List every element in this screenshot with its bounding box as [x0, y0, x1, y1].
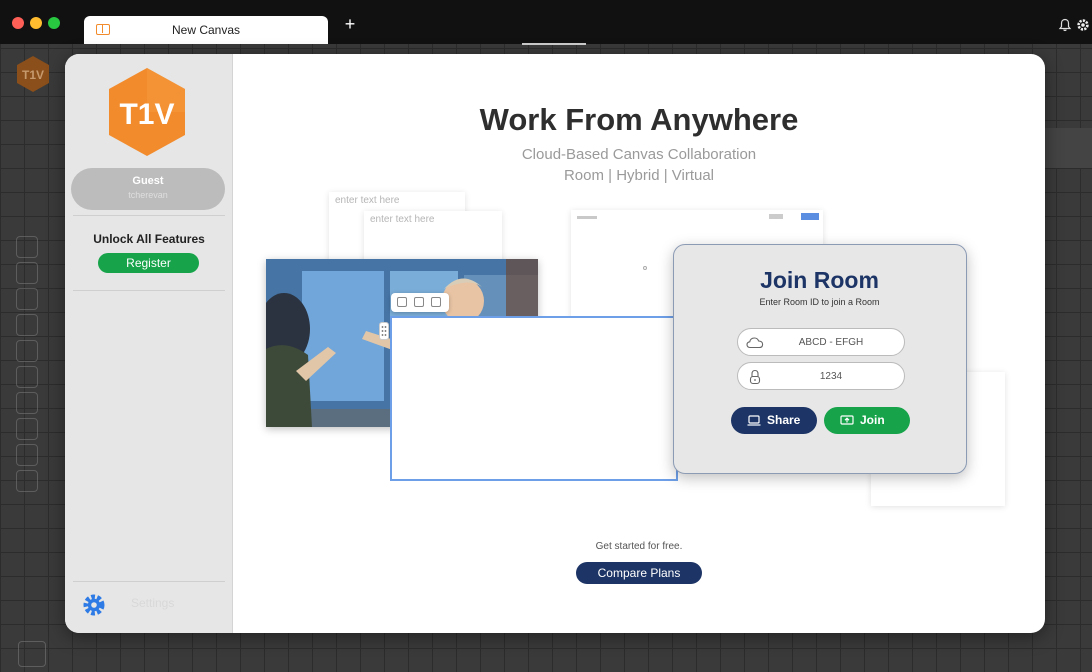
note-placeholder: enter text here [335, 195, 400, 206]
new-tab-button[interactable]: + [341, 14, 359, 35]
camera-icon[interactable] [397, 297, 407, 307]
text-tool-icon [16, 262, 38, 284]
welcome-modal: T1V Guest tcherevan Unlock All Features … [65, 54, 1045, 633]
guest-profile[interactable]: Guest tcherevan [71, 168, 225, 210]
video-tool-icon [16, 444, 38, 466]
join-room-card: Join Room Enter Room ID to join a Room A… [673, 244, 967, 474]
bell-icon[interactable] [1058, 18, 1072, 32]
settings-gear-icon[interactable] [82, 593, 106, 617]
image-toolbar[interactable] [391, 293, 449, 312]
share-button[interactable]: Share [731, 407, 817, 434]
copy-icon[interactable] [431, 297, 441, 307]
close-window-button[interactable] [12, 17, 24, 29]
tab-new-canvas[interactable]: New Canvas [84, 16, 328, 44]
browser-tool-icon [16, 314, 38, 336]
room-id-placeholder: ABCD - EFGH [798, 337, 864, 348]
crop-icon[interactable] [414, 297, 424, 307]
placeholder-dot [643, 266, 647, 270]
modal-main: Work From Anywhere Cloud-Based Canvas Co… [233, 54, 1045, 633]
placeholder-bar [577, 216, 597, 219]
notes-tool-icon [16, 236, 38, 258]
drag-handle-icon[interactable] [379, 322, 389, 340]
join-button[interactable]: Join [824, 407, 910, 434]
tab-indicator [522, 43, 586, 45]
placeholder-bar [769, 214, 783, 219]
get-started-text: Get started for free. [595, 541, 683, 552]
app-screen: New Canvas + T1V T1V Guest tcherevan Unl… [0, 0, 1092, 672]
minimize-window-button[interactable] [30, 17, 42, 29]
note-placeholder: enter text here [370, 214, 435, 225]
upload-tool-icon [16, 366, 38, 388]
settings-label[interactable]: Settings [131, 596, 174, 610]
background-bottom-button [18, 641, 46, 667]
join-label: Join [860, 413, 885, 427]
join-screen-icon [840, 415, 854, 425]
laptop-icon [747, 415, 761, 426]
join-room-title: Join Room [760, 267, 879, 293]
selected-canvas-frame[interactable] [390, 316, 678, 481]
logo-text: T1V [119, 98, 174, 131]
screen-tool-icon [16, 470, 38, 492]
background-toolbar [14, 236, 40, 496]
register-button[interactable]: Register [98, 253, 199, 273]
zoom-window-button[interactable] [48, 17, 60, 29]
passcode-placeholder: 1234 [819, 371, 843, 382]
join-room-subtitle: Enter Room ID to join a Room [759, 297, 880, 307]
subtitle-line-1: Cloud-Based Canvas Collaboration [521, 146, 757, 163]
sidebar-divider [73, 581, 225, 582]
subtitle-line-2: Room | Hybrid | Virtual [563, 167, 715, 184]
page-title: Work From Anywhere [479, 102, 799, 137]
passcode-input[interactable]: 1234 [737, 362, 905, 390]
compare-plans-button[interactable]: Compare Plans [576, 562, 702, 584]
pages-tool-icon [16, 340, 38, 362]
unlock-features-label: Unlock All Features [93, 232, 205, 246]
room-id-input[interactable]: ABCD - EFGH [737, 328, 905, 356]
sidebar-divider [73, 215, 225, 216]
background-logo-icon: T1V [17, 56, 49, 92]
background-right-panel [1044, 128, 1092, 168]
pen-tool-icon [16, 288, 38, 310]
guest-username: tcherevan [128, 190, 168, 200]
placeholder-button [801, 213, 819, 220]
tab-title: New Canvas [171, 23, 241, 37]
svg-text:T1V: T1V [22, 68, 44, 82]
title-bar: New Canvas + [0, 0, 1092, 45]
modal-sidebar: T1V Guest tcherevan Unlock All Features … [65, 54, 233, 633]
t1v-logo: T1V [109, 68, 185, 156]
guest-name: Guest [132, 175, 164, 187]
share-label: Share [767, 413, 801, 427]
sidebar-divider [73, 290, 225, 291]
drive-tool-icon [16, 392, 38, 414]
cloud-tool-icon [16, 418, 38, 440]
gear-icon[interactable] [1076, 18, 1090, 32]
